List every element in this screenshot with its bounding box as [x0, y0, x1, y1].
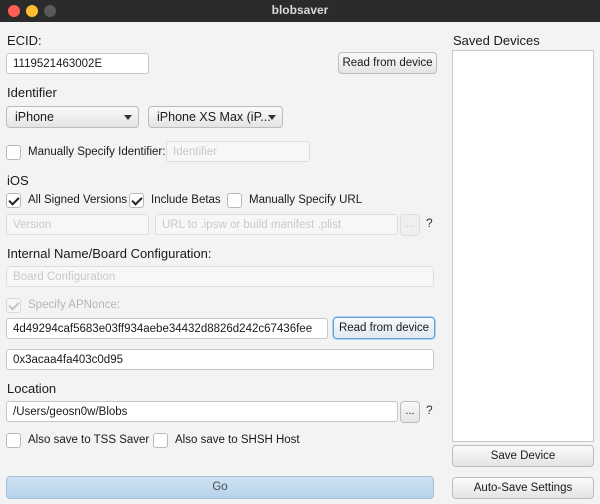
- identifier-label: Identifier: [7, 85, 57, 100]
- board-config-label: Internal Name/Board Configuration:: [7, 246, 212, 261]
- help-icon[interactable]: ?: [426, 403, 433, 417]
- tss-saver-label: Also save to TSS Saver: [28, 434, 150, 446]
- title-bar: blobsaver: [0, 0, 600, 22]
- read-ecid-button[interactable]: Read from device: [338, 52, 437, 74]
- device-type-value: iPhone: [15, 110, 54, 124]
- chevron-down-icon: [124, 115, 132, 120]
- location-label: Location: [7, 381, 57, 396]
- ecid-input[interactable]: [6, 53, 149, 74]
- shsh-host-checkbox[interactable]: [153, 433, 168, 448]
- main-window: ECID: Read from device Identifier iPhone…: [0, 22, 600, 504]
- shsh-host-label: Also save to SHSH Host: [175, 434, 300, 446]
- saved-devices-label: Saved Devices: [453, 33, 540, 48]
- manual-url-label: Manually Specify URL: [249, 194, 363, 206]
- ecid-label: ECID:: [7, 33, 42, 48]
- apnonce-checkbox[interactable]: [6, 298, 21, 313]
- browse-ipsw-button[interactable]: ...: [400, 214, 420, 236]
- device-model-value: iPhone XS Max (iP...: [157, 110, 271, 124]
- generator-input[interactable]: [6, 349, 434, 370]
- include-betas-label: Include Betas: [151, 194, 221, 206]
- help-icon[interactable]: ?: [426, 216, 433, 230]
- include-betas-checkbox[interactable]: [129, 193, 144, 208]
- all-signed-versions-checkbox[interactable]: [6, 193, 21, 208]
- board-config-input[interactable]: [6, 266, 434, 287]
- apnonce-label: Specify APNonce:: [28, 299, 121, 311]
- saved-devices-list[interactable]: [452, 50, 594, 442]
- read-apnonce-button[interactable]: Read from device: [333, 317, 435, 339]
- tss-saver-checkbox[interactable]: [6, 433, 21, 448]
- device-model-select[interactable]: iPhone XS Max (iP...: [148, 106, 283, 128]
- go-button[interactable]: Go: [6, 476, 434, 499]
- ios-label: iOS: [7, 173, 29, 188]
- identifier-input[interactable]: [166, 141, 310, 162]
- manual-url-checkbox[interactable]: [227, 193, 242, 208]
- window-title: blobsaver: [271, 3, 329, 17]
- version-input[interactable]: [6, 214, 149, 235]
- save-device-button[interactable]: Save Device: [452, 445, 594, 467]
- device-type-select[interactable]: iPhone: [6, 106, 139, 128]
- manual-identifier-checkbox[interactable]: [6, 145, 21, 160]
- location-input[interactable]: [6, 401, 398, 422]
- chevron-down-icon: [268, 115, 276, 120]
- browse-location-button[interactable]: ...: [400, 401, 420, 423]
- all-signed-versions-label: All Signed Versions: [28, 194, 128, 206]
- manual-identifier-label: Manually Specify Identifier:: [28, 146, 166, 158]
- apnonce-input[interactable]: [6, 318, 328, 339]
- auto-save-settings-button[interactable]: Auto-Save Settings: [452, 477, 594, 499]
- url-input[interactable]: [155, 214, 398, 235]
